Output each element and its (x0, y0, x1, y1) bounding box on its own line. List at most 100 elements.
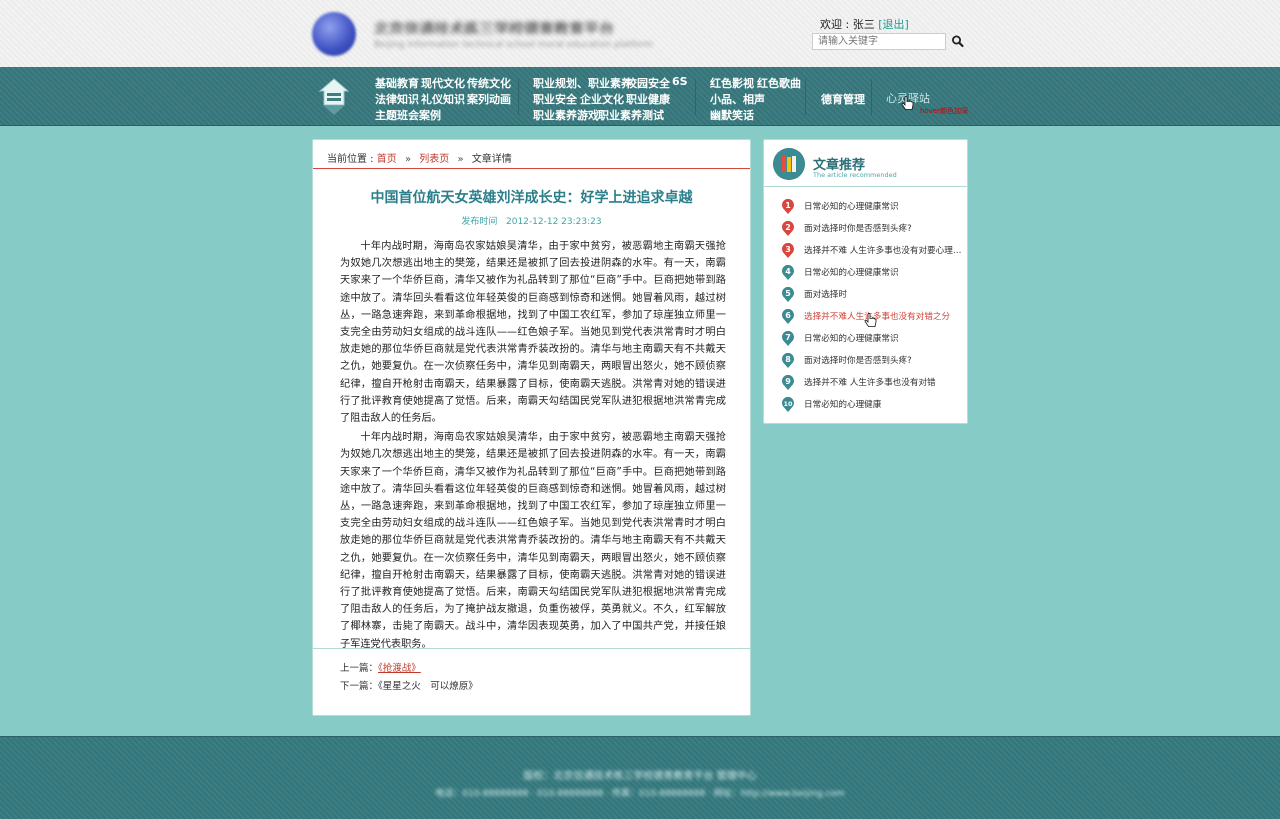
recommend-item-text[interactable]: 面对选择时你是否感到头疼? (804, 222, 962, 234)
number-badge-icon: 4 (782, 265, 794, 280)
recommend-item[interactable]: 9 选择并不难 人生许多事也没有对错 (781, 375, 961, 391)
recommend-item[interactable]: 8 面对选择时你是否感到头疼? (781, 353, 961, 369)
pubtime-value: 2012-12-12 23:23:23 (506, 217, 602, 227)
nav-skits-crosstalk[interactable]: 小品、相声 (710, 91, 765, 107)
prev-label: 上一篇： (340, 663, 379, 674)
search-input[interactable] (812, 33, 946, 50)
recommend-item[interactable]: 1 日常必知的心理健康常识 (781, 199, 961, 215)
user-name: 张三 (852, 18, 875, 31)
nav-separator (871, 79, 872, 115)
nav-etiquette-knowledge[interactable]: 礼仪知识 (421, 91, 465, 107)
breadcrumb: 当前位置 : 首页 » 列表页 » 文章详情 (327, 150, 512, 165)
site-footer: 版权：北京信通技术练三学校德育教育平台 管理中心 电话：010-88888888… (0, 736, 1280, 819)
recommend-item[interactable]: 2 面对选择时你是否感到头疼? (781, 221, 961, 237)
nav-career-games[interactable]: 职业素养游戏 (533, 107, 599, 123)
recommend-item-text[interactable]: 选择并不难人生许多事也没有对错之分 (804, 310, 962, 322)
recommend-item-text[interactable]: 选择并不难 人生许多事也没有对要心理之分 (804, 244, 962, 256)
number-badge-icon: 8 (782, 353, 794, 368)
recommend-item-text[interactable]: 面对选择时 (804, 288, 962, 300)
breadcrumb-prefix: 当前位置 : (327, 154, 374, 165)
home-icon[interactable] (318, 77, 350, 117)
breadcrumb-home[interactable]: 首页 (377, 154, 397, 165)
nav-career-health[interactable]: 职业健康 (626, 91, 670, 107)
nav-traditional-culture[interactable]: 传统文化 (467, 75, 511, 91)
badge-number: 3 (785, 245, 791, 254)
number-badge-icon: 9 (782, 375, 794, 390)
breadcrumb-divider (313, 168, 750, 169)
welcome-bar: 欢迎 : 张三 [退出] (820, 16, 909, 32)
recommend-item[interactable]: 4 日常必知的心理健康常识 (781, 265, 961, 281)
recommend-item-text[interactable]: 日常必知的心理健康常识 (804, 200, 962, 212)
recommend-item[interactable]: 7 日常必知的心理健康常识 (781, 331, 961, 347)
nav-case-animation[interactable]: 案列动画 (467, 91, 511, 107)
badge-number: 7 (785, 333, 791, 342)
footer-contact: 电话：010-88888888 · 010-88888888 · 传真：010-… (435, 789, 845, 799)
next-article-link[interactable]: 《星星之火 可以燎原》 (378, 681, 478, 692)
next-article: 下一篇：《星星之火 可以燎原》 (340, 678, 478, 692)
pubtime-label: 发布时间 (461, 217, 498, 227)
nav-career-planning[interactable]: 职业规划、职业素养 (533, 75, 632, 91)
number-badge-icon: 7 (782, 331, 794, 346)
nav-law-knowledge[interactable]: 法律知识 (375, 91, 419, 107)
badge-number: 5 (785, 289, 791, 298)
number-badge-icon: 3 (782, 243, 794, 258)
recommend-item[interactable]: 10 日常必知的心理健康 (781, 397, 961, 413)
breadcrumb-list[interactable]: 列表页 (419, 154, 449, 165)
badge-number: 6 (785, 311, 791, 320)
nav-moral-management[interactable]: 德育管理 (821, 91, 865, 107)
nav-separator (518, 79, 519, 115)
hand-cursor-icon (864, 313, 877, 327)
welcome-prefix: 欢迎 : (820, 18, 850, 31)
number-badge-icon: 2 (782, 221, 794, 236)
article-pubtime: 发布时间 2012-12-12 23:23:23 (313, 214, 750, 227)
breadcrumb-current: 文章详情 (471, 154, 512, 165)
badge-number: 8 (785, 355, 791, 364)
nav-humor-jokes[interactable]: 幽默笑话 (710, 107, 754, 123)
article-paragraph: 十年内战时期，海南岛农家姑娘吴清华，由于家中贫穷，被恶霸地主南霸天强抢为奴她几次… (340, 241, 726, 425)
nav-6s[interactable]: 6S (672, 75, 688, 88)
books-icon (773, 148, 805, 180)
breadcrumb-separator: » (404, 154, 412, 165)
nav-red-films[interactable]: 红色影视 (710, 75, 754, 91)
nav-career-safety[interactable]: 职业安全 (533, 91, 577, 107)
recommend-panel: 文章推荐 The article recommended 1 日常必知的心理健康常… (763, 139, 968, 424)
badge-number: 10 (783, 400, 793, 408)
recommend-subtitle: The article recommended (813, 171, 897, 179)
article-paragraph: 十年内战时期，海南岛农家姑娘吴清华，由于家中贫穷，被恶霸地主南霸天强抢为奴她几次… (340, 432, 726, 650)
article-panel: 当前位置 : 首页 » 列表页 » 文章详情 中国首位航天女英雄刘洋成长史：好学… (312, 139, 751, 716)
recommend-item[interactable]: 3 选择并不难 人生许多事也没有对要心理之分 (781, 243, 962, 259)
number-badge-icon: 1 (782, 199, 794, 214)
hover-annotation: hover颜色加深 (920, 107, 969, 115)
nav-class-meeting-cases[interactable]: 主题班会案例 (375, 107, 441, 123)
logout-link[interactable]: [退出] (878, 18, 909, 31)
nav-modern-culture[interactable]: 现代文化 (421, 75, 465, 91)
nav-campus-safety[interactable]: 校园安全 (626, 75, 670, 91)
nav-separator (805, 79, 806, 115)
recommend-item-text[interactable]: 面对选择时你是否感到头疼? (804, 354, 962, 366)
prev-article: 上一篇：《抢渡战》 (340, 660, 421, 674)
nav-corporate-culture[interactable]: 企业文化 (580, 91, 624, 107)
nav-basic-education[interactable]: 基础教育 (375, 75, 419, 91)
recommend-item-text[interactable]: 日常必知的心理健康 (804, 398, 962, 410)
breadcrumb-separator: » (457, 154, 464, 165)
article-body: 十年内战时期，海南岛农家姑娘吴清华，由于家中贫穷，被恶霸地主南霸天强抢为奴她几次… (340, 238, 726, 655)
number-badge-icon: 10 (782, 397, 794, 412)
recommend-divider (764, 186, 967, 187)
prev-article-link[interactable]: 《抢渡战》 (378, 663, 421, 674)
nav-career-test[interactable]: 职业素养测试 (598, 107, 664, 123)
site-title[interactable]: 北京信通技术练三学校德育教育平台 (374, 18, 634, 34)
nav-separator (695, 79, 696, 115)
article-divider (313, 648, 750, 649)
site-logo-icon[interactable] (312, 12, 356, 56)
recommend-item-text[interactable]: 日常必知的心理健康常识 (804, 266, 962, 278)
nav-red-songs[interactable]: 红色歌曲 (757, 75, 801, 91)
site-header: 北京信通技术练三学校德育教育平台 Beijing Information tec… (0, 0, 1280, 67)
main-nav: 基础教育 现代文化 传统文化 法律知识 礼仪知识 案列动画 主题班会案例 职业规… (0, 67, 1280, 126)
recommend-item-text[interactable]: 日常必知的心理健康常识 (804, 332, 962, 344)
recommend-item-text[interactable]: 选择并不难 人生许多事也没有对错 (804, 376, 962, 388)
recommend-item[interactable]: 5 面对选择时 (781, 287, 961, 303)
number-badge-icon: 5 (782, 287, 794, 302)
article-title: 中国首位航天女英雄刘洋成长史：好学上进追求卓越 (370, 190, 693, 206)
site-subtitle: Beijing Information technical school mor… (374, 40, 653, 50)
search-icon[interactable] (950, 33, 966, 50)
